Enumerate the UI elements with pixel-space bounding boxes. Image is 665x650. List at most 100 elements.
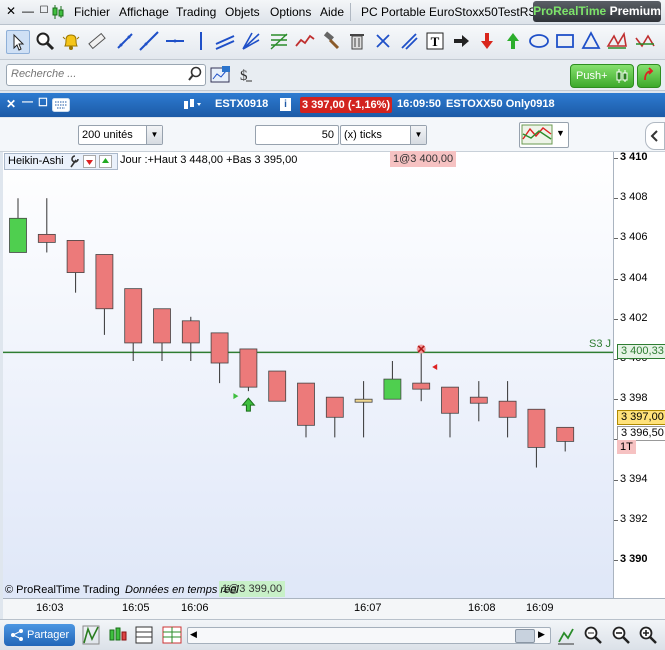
zoom-icon[interactable] <box>34 30 56 52</box>
instrument-code[interactable]: ESTX0918 <box>215 98 268 110</box>
wave-tool-icon[interactable] <box>634 30 656 52</box>
indicator-add-icon[interactable] <box>82 625 100 648</box>
crosshair-icon[interactable] <box>372 30 394 52</box>
move-up-icon[interactable] <box>99 155 112 168</box>
wrench-icon[interactable] <box>68 154 80 171</box>
ticks-value-input[interactable]: 50 <box>255 125 339 145</box>
chevron-down-icon[interactable]: ▼ <box>556 128 565 138</box>
position-tag[interactable]: 1T <box>617 440 636 454</box>
candle-body-bear <box>556 426 575 442</box>
scroll-left-icon[interactable]: ◀ <box>190 629 197 640</box>
fast-order-icon[interactable] <box>637 64 661 88</box>
push-plus-button[interactable]: Push+ <box>570 64 634 88</box>
layout-grid-icon[interactable] <box>162 625 182 648</box>
search-input[interactable] <box>7 65 181 83</box>
segment-tool-icon[interactable] <box>114 30 136 52</box>
candle-body-bear <box>527 408 546 448</box>
zoom-in-icon[interactable] <box>638 625 658 648</box>
units-select[interactable]: 200 unités ▼ <box>78 125 163 145</box>
restore-window-icon[interactable]: ☐ <box>38 4 50 18</box>
candle-body-bear <box>153 308 171 344</box>
fibonacci-icon[interactable] <box>268 30 290 52</box>
instrument-candles-icon[interactable] <box>183 98 203 115</box>
side-panel-toggle-icon[interactable] <box>645 122 665 150</box>
chevron-down-icon[interactable]: ▼ <box>410 126 426 144</box>
time-scrollbar[interactable]: ◀ ▶ <box>187 627 551 644</box>
share-button[interactable]: Partager <box>4 624 75 646</box>
search-row: $ Push+ <box>0 60 665 91</box>
zoom-fit-icon[interactable] <box>583 625 603 648</box>
price-tick-label: 3 410 <box>620 151 648 163</box>
alert-bell-icon[interactable] <box>60 30 82 52</box>
maximize-chart-icon[interactable]: ☐ <box>38 96 48 109</box>
price-tick-label: 3 404 <box>620 271 648 284</box>
realtime-note: Données en temps réel <box>125 584 239 596</box>
ticks-unit-select[interactable]: (x) ticks ▼ <box>340 125 427 145</box>
candle <box>181 316 200 362</box>
hammer-icon[interactable] <box>320 30 342 52</box>
indicators-button[interactable]: ▼ <box>519 122 569 148</box>
brand-logo: ProRealTime Premium <box>533 1 661 22</box>
ruler-icon[interactable] <box>86 30 108 52</box>
arrow-right-icon[interactable] <box>450 30 472 52</box>
menu-options[interactable]: Options <box>270 5 311 19</box>
polygon-tool-icon[interactable] <box>606 30 628 52</box>
time-axis[interactable]: 16:03 16:05 16:06 16:07 16:08 16:09 <box>3 598 665 619</box>
info-icon[interactable]: i <box>280 98 291 111</box>
auto-scroll-icon[interactable] <box>556 625 576 648</box>
pitchfork-icon[interactable] <box>398 30 420 52</box>
price-axis[interactable]: 3 4103 4083 4063 4043 4023 4003 3983 396… <box>614 151 665 598</box>
ellipse-tool-icon[interactable] <box>528 30 550 52</box>
pending-order-top[interactable]: 1@3 400,00 <box>390 151 457 167</box>
minimize-window-icon[interactable]: — <box>22 4 34 18</box>
candle-body-bear <box>441 386 459 414</box>
keyboard-icon[interactable] <box>52 98 70 115</box>
menu-objets[interactable]: Objets <box>225 5 260 19</box>
horizontal-line-icon[interactable] <box>164 30 186 52</box>
menu-aide[interactable]: Aide <box>320 5 344 19</box>
trend-tool-icon[interactable] <box>294 30 316 52</box>
search-icon[interactable] <box>187 66 203 85</box>
minimize-chart-icon[interactable]: — <box>22 96 33 108</box>
arrow-down-icon[interactable] <box>476 30 498 52</box>
price-tick-label: 3 406 <box>620 231 648 244</box>
close-chart-icon[interactable]: ✕ <box>6 97 16 111</box>
close-window-icon[interactable]: ✕ <box>5 4 17 18</box>
close-order-icon[interactable] <box>416 344 426 354</box>
arrow-up-icon[interactable] <box>502 30 524 52</box>
menu-fichier[interactable]: Fichier <box>74 5 110 19</box>
ray-tool-icon[interactable] <box>138 30 160 52</box>
menu-affichage[interactable]: Affichage <box>119 5 169 19</box>
vertical-line-icon[interactable] <box>190 30 212 52</box>
menu-bar: ✕ — ☐ Fichier Affichage Trading Objets O… <box>0 0 665 25</box>
probacode-icon[interactable]: $ <box>238 65 256 88</box>
scroll-thumb[interactable] <box>515 629 535 643</box>
entry-marker-icon <box>233 393 239 400</box>
chart-area[interactable]: Heikin-Ashi Jour :+Haut 3 448,00 +Bas 3 … <box>3 151 614 598</box>
day-high-low-info: Jour :+Haut 3 448,00 +Bas 3 395,00 <box>120 154 298 166</box>
copyright-text: © ProRealTime Trading <box>5 584 120 596</box>
menu-trading[interactable]: Trading <box>176 5 216 19</box>
price-tick-label: 3 390 <box>620 553 648 565</box>
buy-arrow-icon <box>241 397 256 412</box>
pointer-icon[interactable] <box>6 30 30 54</box>
screener-icon[interactable] <box>210 65 232 88</box>
trash-icon[interactable] <box>346 30 368 52</box>
chevron-down-icon[interactable]: ▼ <box>146 126 162 144</box>
move-down-icon[interactable] <box>83 155 96 168</box>
price-tick-mark <box>614 318 618 320</box>
text-tool-icon[interactable]: T <box>424 30 446 52</box>
rectangle-tool-icon[interactable] <box>554 30 576 52</box>
gann-fan-icon[interactable] <box>240 30 262 52</box>
scroll-right-icon[interactable]: ▶ <box>538 629 545 640</box>
channel-tool-icon[interactable] <box>214 30 236 52</box>
candle-body-bear <box>498 400 517 418</box>
triangle-tool-icon[interactable] <box>580 30 602 52</box>
candle <box>412 348 431 402</box>
table-view-icon[interactable] <box>135 625 153 648</box>
price-tick-label: 3 394 <box>620 472 648 485</box>
candles-settings-icon[interactable] <box>108 625 128 648</box>
zoom-out-icon[interactable] <box>611 625 631 648</box>
candle <box>153 308 171 362</box>
candle <box>498 381 517 438</box>
